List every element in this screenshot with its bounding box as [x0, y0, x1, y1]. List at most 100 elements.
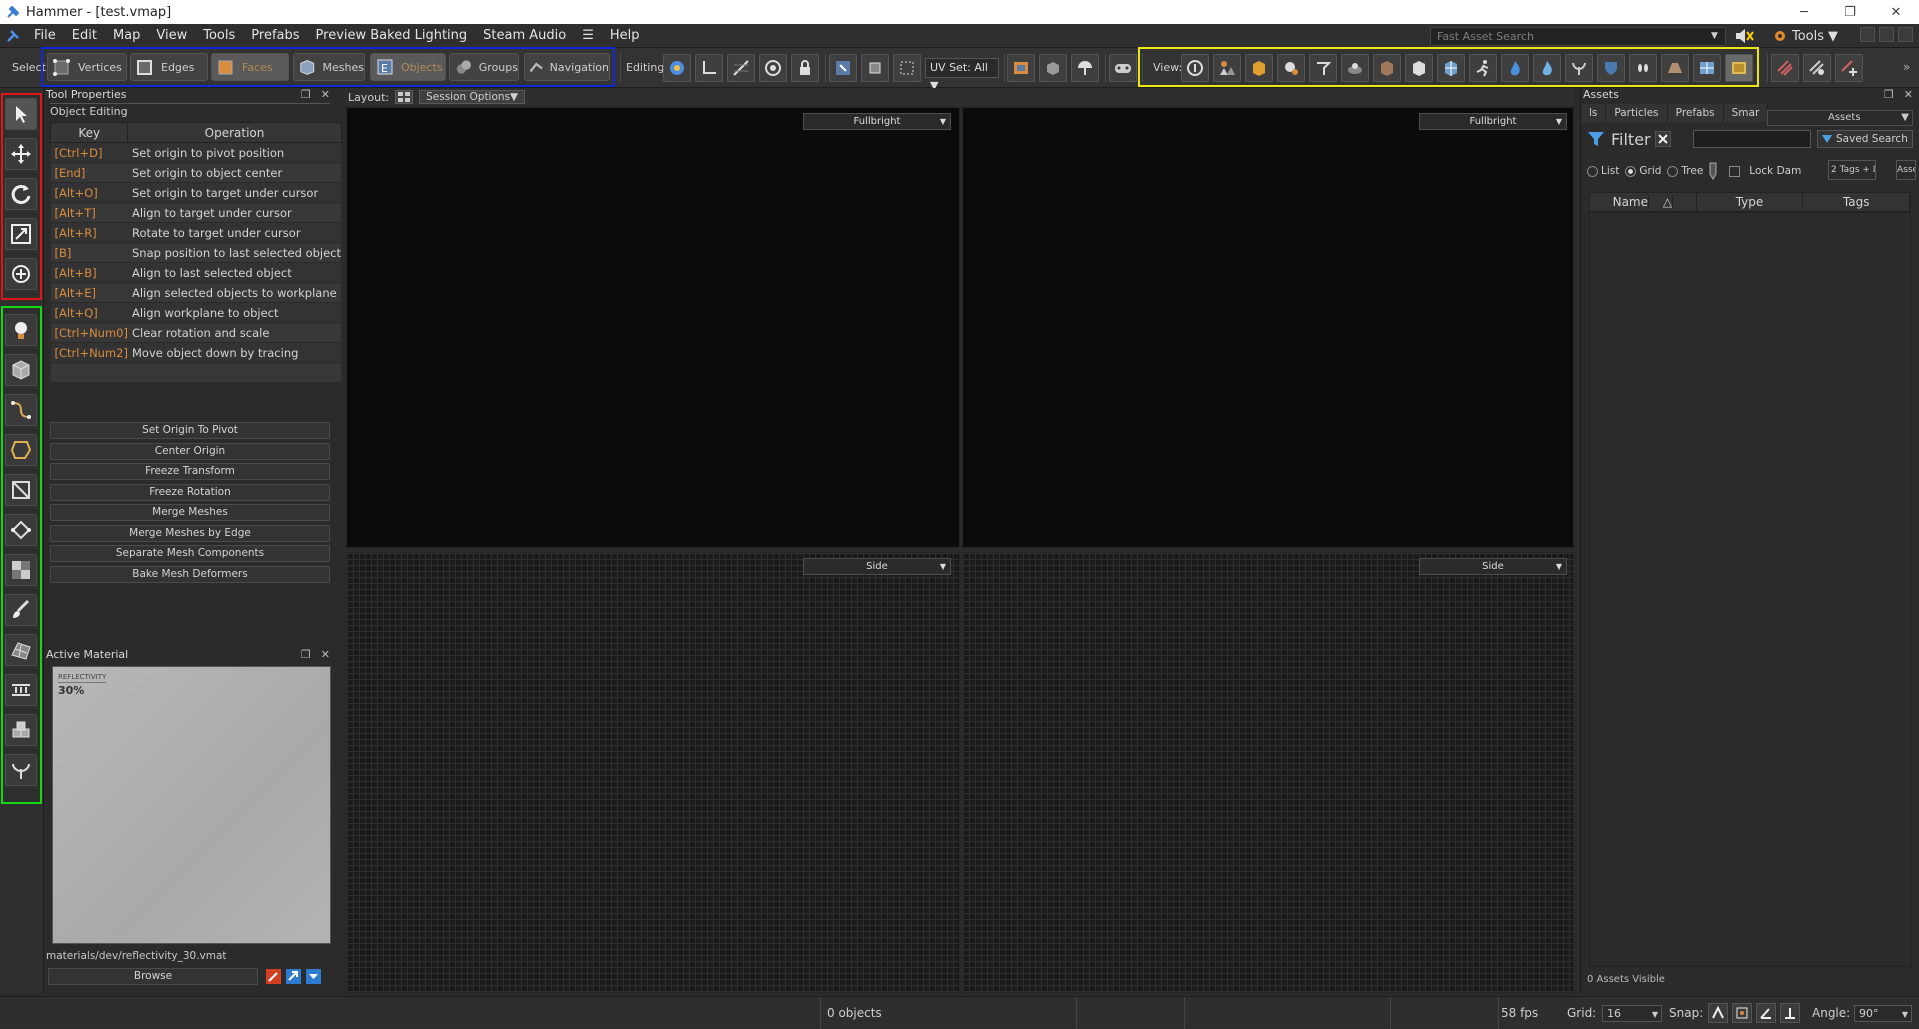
pivot-tool-button[interactable]	[663, 54, 691, 82]
chevron-down-icon[interactable]: ▼	[1711, 31, 1718, 41]
mode-vertices-button[interactable]: Vertices	[47, 53, 127, 81]
viewport-mode-dropdown[interactable]: Side	[1419, 558, 1567, 575]
view-toggle-9[interactable]	[1437, 54, 1465, 82]
separate-mesh-components-button[interactable]: Separate Mesh Components	[50, 545, 330, 562]
pivot-tool-button[interactable]	[5, 258, 37, 290]
viewport-top-left[interactable]: Fullbright	[346, 107, 960, 548]
tools-dropdown[interactable]: Tools ▼	[1772, 26, 1838, 46]
table-row[interactable]: [Ctrl+Num0] Clear rotation and scale	[50, 322, 342, 343]
tab-prefabs[interactable]: Prefabs	[1667, 104, 1724, 122]
view-toggle-2[interactable]	[1213, 54, 1241, 82]
material-browser-button[interactable]	[1007, 54, 1035, 82]
saved-search-button[interactable]: Saved Search	[1817, 130, 1913, 148]
filter-input[interactable]	[1693, 130, 1811, 148]
float-panel-icon[interactable]: ❐	[301, 88, 311, 102]
bake-mesh-deformers-button[interactable]: Bake Mesh Deformers	[50, 565, 330, 583]
snap-to-grid-button[interactable]	[727, 54, 755, 82]
lock-dam-checkbox[interactable]: Lock Dam	[1729, 165, 1801, 177]
session-options-dropdown[interactable]: Session Options▼	[419, 90, 526, 104]
freeze-rotation-button[interactable]: Freeze Rotation	[50, 483, 330, 501]
float-panel-icon[interactable]: ❐	[301, 648, 311, 662]
minimize-button[interactable]: ─	[1781, 0, 1827, 24]
mini-button-1[interactable]	[1860, 27, 1875, 42]
tab-ls[interactable]: ls	[1581, 104, 1607, 122]
view-toggle-11[interactable]	[1501, 54, 1529, 82]
column-header-type[interactable]: Type	[1697, 193, 1804, 211]
select-through-button[interactable]	[829, 54, 857, 82]
vertex-snap-tool-button[interactable]	[5, 514, 37, 546]
select-tool-button[interactable]	[5, 98, 37, 130]
snap-toggle-4[interactable]	[1780, 1003, 1800, 1023]
fast-asset-search-input[interactable]: Fast Asset Search	[1430, 27, 1726, 46]
menu-tools[interactable]: Tools	[195, 24, 243, 48]
path-tool-button[interactable]	[5, 394, 37, 426]
view-toggle-14[interactable]	[1597, 54, 1625, 82]
freeze-transform-button[interactable]: Freeze Transform	[50, 463, 330, 480]
viewport-mode-dropdown[interactable]: Fullbright	[1419, 113, 1567, 130]
asset-type-dropdown[interactable]: Assets ▼	[1767, 110, 1913, 126]
table-row[interactable]: [Alt+T] Align to target under cursor	[50, 202, 342, 223]
column-header-tags[interactable]: Tags	[1803, 193, 1911, 211]
tags-button[interactable]: 2 Tags + L	[1828, 160, 1876, 180]
table-row[interactable]: [Alt+Q] Align workplane to object	[50, 302, 342, 323]
viewport-mode-dropdown[interactable]: Fullbright	[803, 113, 951, 130]
block-tool-button[interactable]	[5, 354, 37, 386]
center-origin-button[interactable]: Center Origin	[50, 442, 330, 460]
mode-faces-button[interactable]: Faces	[211, 53, 289, 81]
view-toggle-1[interactable]	[1181, 54, 1209, 82]
mini-button-3[interactable]	[1898, 27, 1913, 42]
menu-prefabs[interactable]: Prefabs	[243, 24, 307, 48]
apply-material-button[interactable]	[285, 968, 302, 985]
browse-button[interactable]: Browse	[48, 968, 258, 985]
table-row[interactable]: [Alt+E] Align selected objects to workpla…	[50, 282, 342, 303]
speaker-mute-icon[interactable]	[1734, 26, 1756, 46]
mode-edges-button[interactable]: Edges	[130, 53, 208, 81]
texture-tool-button[interactable]	[5, 554, 37, 586]
menu-steam-audio[interactable]: Steam Audio	[475, 24, 574, 48]
asset-sort-button[interactable]: Asse	[1896, 160, 1916, 180]
select-mode-button[interactable]	[893, 54, 921, 82]
table-row[interactable]: [Alt+O] Set origin to target under cursor	[50, 182, 342, 203]
view-toggle-10[interactable]	[1469, 54, 1497, 82]
set-origin-to-pivot-button[interactable]: Set Origin To Pivot	[50, 422, 330, 439]
view-toggle-16[interactable]	[1661, 54, 1689, 82]
lock-selection-button[interactable]	[791, 54, 819, 82]
menu-file[interactable]: File	[26, 24, 64, 48]
view-toggle-4[interactable]	[1277, 54, 1305, 82]
layout-grid-button[interactable]	[395, 90, 414, 104]
material-options-button[interactable]	[305, 968, 322, 985]
view-toggle-17[interactable]	[1693, 54, 1721, 82]
angle-dropdown[interactable]: 90° ▼	[1854, 1005, 1912, 1022]
view-toggle-15[interactable]	[1629, 54, 1657, 82]
uv-set-dropdown[interactable]: UV Set: All ▼	[925, 58, 999, 92]
hatch-tool-3[interactable]	[1835, 54, 1863, 82]
material-thumbnail[interactable]: REFLECTIVITY 30%	[52, 666, 331, 944]
viewport-top-right[interactable]: Fullbright	[962, 107, 1574, 548]
mode-meshes-button[interactable]: Meshes	[293, 53, 365, 81]
hide-tool-button[interactable]	[759, 54, 787, 82]
menu-help[interactable]: Help	[602, 24, 648, 48]
grid-size-dropdown[interactable]: 16 ▼	[1602, 1005, 1662, 1022]
entity-tool-button[interactable]	[5, 314, 37, 346]
view-toggle-3[interactable]	[1245, 54, 1273, 82]
viewport-bottom-left[interactable]: Side	[346, 552, 960, 993]
maximize-button[interactable]: ❐	[1827, 0, 1873, 24]
run-game-button[interactable]	[1109, 54, 1137, 82]
snap-toggle-1[interactable]	[1708, 1003, 1728, 1023]
view-toggle-8[interactable]	[1405, 54, 1433, 82]
lighting-button[interactable]	[1071, 54, 1099, 82]
mode-navigation-button[interactable]: Navigation	[524, 53, 610, 81]
menu-edit[interactable]: Edit	[64, 24, 105, 48]
hatch-tool-1[interactable]	[1771, 54, 1799, 82]
close-panel-icon[interactable]: ✕	[321, 88, 330, 102]
snap-toggle-2[interactable]	[1732, 1003, 1752, 1023]
grid-radio[interactable]: Grid	[1625, 165, 1661, 177]
merge-meshes-by-edge-button[interactable]: Merge Meshes by Edge	[50, 524, 330, 542]
hatch-tool-2[interactable]	[1803, 54, 1831, 82]
close-button[interactable]: ✕	[1873, 0, 1919, 24]
rotate-tool-button[interactable]	[5, 178, 37, 210]
terrain-tool-button[interactable]	[5, 634, 37, 666]
merge-meshes-button[interactable]: Merge Meshes	[50, 504, 330, 521]
polygon-tool-button[interactable]	[5, 434, 37, 466]
table-row[interactable]: [Alt+B] Align to last selected object	[50, 262, 342, 283]
